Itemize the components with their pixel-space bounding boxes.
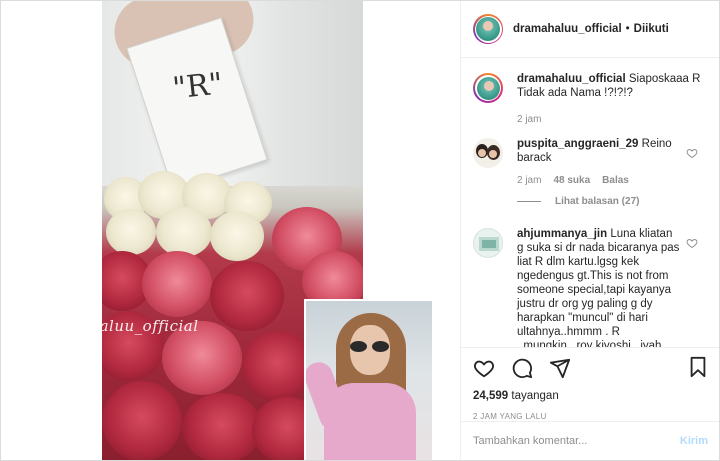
comment-meta: 2 jam 48 suka Balas xyxy=(517,175,708,186)
views-number: 24,599 xyxy=(473,390,509,402)
red-rose xyxy=(210,261,284,331)
caption-meta: 2 jam xyxy=(517,114,708,125)
comment-username[interactable]: puspita_anggraeni_29 xyxy=(517,138,638,150)
video-watermark: @drmahaluu_official xyxy=(32,317,199,335)
post-header: dramahaluu_official • Diikuti xyxy=(461,1,720,58)
caption-comment: dramahaluu_official Siaposkaaa R Tidak a… xyxy=(473,72,708,125)
post-comment-button[interactable]: Kirim xyxy=(680,435,708,447)
like-comment-heart-icon[interactable] xyxy=(686,237,698,249)
caption-text: dramahaluu_official Siaposkaaa R Tidak a… xyxy=(517,72,708,100)
views-label: tayangan xyxy=(511,390,559,402)
author-username[interactable]: dramahaluu_official xyxy=(513,23,622,35)
caption-time[interactable]: 2 jam xyxy=(517,114,541,125)
heart-icon[interactable] xyxy=(473,357,495,379)
commenter-avatar[interactable] xyxy=(473,228,503,258)
author-avatar-image xyxy=(476,17,500,41)
bookmark-icon[interactable] xyxy=(688,356,708,378)
post-actions: 24,599 tayangan 2 JAM YANG LALU xyxy=(461,347,720,425)
red-rose xyxy=(242,331,312,401)
post-timestamp[interactable]: 2 JAM YANG LALU xyxy=(473,412,708,421)
caption-username[interactable]: dramahaluu_official xyxy=(517,73,626,85)
follow-status-button[interactable]: Diikuti xyxy=(634,23,669,35)
reply-button[interactable]: Balas xyxy=(602,175,629,186)
white-rose xyxy=(106,209,156,255)
red-rose xyxy=(182,393,262,460)
red-rose xyxy=(102,381,182,460)
views-count[interactable]: 24,599 tayangan xyxy=(473,390,708,402)
action-icons xyxy=(473,356,708,380)
post-media[interactable]: "R" @drmahaluu_official xyxy=(1,1,460,460)
view-replies-button[interactable]: Lihat balasan (27) xyxy=(517,196,708,207)
white-rose xyxy=(156,207,212,257)
comment-text: puspita_anggraeni_29 Reino barack xyxy=(517,137,708,165)
share-icon[interactable] xyxy=(549,357,571,379)
pink-rose xyxy=(142,251,212,317)
comment-likes[interactable]: 48 suka xyxy=(553,175,590,186)
author-avatar[interactable] xyxy=(473,14,503,44)
replies-divider xyxy=(517,201,541,202)
comment-username[interactable]: ahjummanya_jin xyxy=(517,228,607,240)
view-replies-label[interactable]: Lihat balasan (27) xyxy=(555,196,639,207)
comment-text: ahjummanya_jin Luna kliatan g suka si dr… xyxy=(517,227,708,347)
comment-input[interactable] xyxy=(473,435,680,447)
inset-body xyxy=(324,383,416,460)
comment-item: ahjummanya_jin Luna kliatan g suka si dr… xyxy=(473,227,708,347)
inset-photo xyxy=(304,299,432,460)
comments-list[interactable]: dramahaluu_official Siaposkaaa R Tidak a… xyxy=(461,59,720,347)
comment-icon[interactable] xyxy=(511,357,533,379)
gift-card-letter: "R" xyxy=(170,66,225,107)
like-comment-heart-icon[interactable] xyxy=(686,147,698,159)
header-separator: • xyxy=(625,23,630,35)
white-rose xyxy=(210,211,264,261)
comment-time[interactable]: 2 jam xyxy=(517,175,541,186)
post-sidebar: dramahaluu_official • Diikuti dramahaluu… xyxy=(460,1,720,460)
commenter-avatar[interactable] xyxy=(473,138,503,168)
sunglasses xyxy=(350,341,390,352)
comment-item: puspita_anggraeni_29 Reino barack 2 jam … xyxy=(473,137,708,207)
comment-composer: Kirim xyxy=(461,421,720,460)
instagram-post-view: "R" @drmahaluu_official dramahaluu_offic… xyxy=(0,0,720,461)
comment-body: Luna kliatan g suka si dr nada bicaranya… xyxy=(517,228,680,347)
caption-avatar[interactable] xyxy=(473,73,503,103)
